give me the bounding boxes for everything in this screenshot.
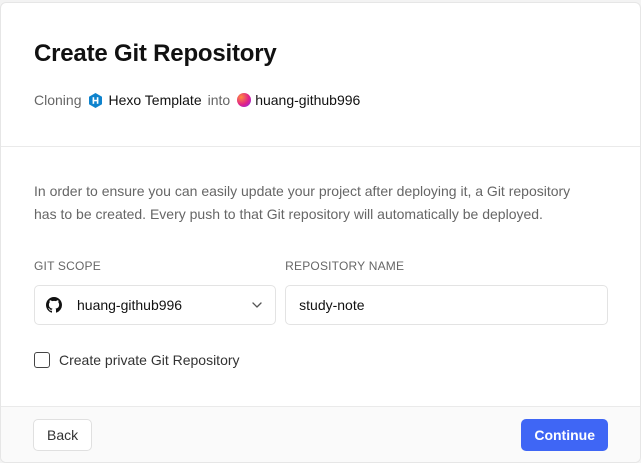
create-repo-dialog: Create Git Repository Cloning Hexo Templ… — [0, 2, 641, 463]
chevron-down-icon — [251, 299, 263, 311]
team-name: huang-github996 — [255, 92, 361, 108]
page-title: Create Git Repository — [34, 40, 277, 67]
repository-name-label: REPOSITORY NAME — [285, 259, 405, 273]
git-scope-select[interactable]: huang-github996 — [34, 285, 277, 325]
private-repo-option[interactable]: Create private Git Repository — [34, 352, 608, 368]
private-repo-label: Create private Git Repository — [59, 352, 240, 368]
git-scope-value: huang-github996 — [77, 297, 183, 313]
repository-name-input[interactable] — [299, 297, 594, 313]
dialog-body: In order to ensure you can easily update… — [1, 147, 640, 368]
private-repo-checkbox[interactable] — [34, 352, 50, 368]
repository-name-box — [285, 285, 608, 325]
description-text: In order to ensure you can easily update… — [34, 183, 571, 222]
git-scope-label: GIT SCOPE — [34, 259, 101, 273]
git-scope-field: GIT SCOPE huang-github996 — [34, 259, 277, 325]
form-row: GIT SCOPE huang-github996 REPOSITORY NAM… — [34, 259, 608, 325]
hexo-icon — [88, 92, 102, 108]
team-avatar — [237, 93, 252, 107]
back-button[interactable]: Back — [33, 418, 93, 451]
github-icon — [46, 297, 62, 313]
cloning-info: Cloning Hexo Template into huang-github9… — [34, 89, 608, 111]
dialog-footer: Back Continue — [1, 406, 640, 462]
template-name: Hexo Template — [108, 92, 202, 108]
repository-name-field: REPOSITORY NAME — [285, 259, 608, 325]
continue-button[interactable]: Continue — [521, 418, 608, 451]
dialog-header: Create Git Repository Cloning Hexo Templ… — [1, 3, 640, 147]
cloning-label: Cloning — [34, 92, 82, 108]
into-label: into — [207, 92, 231, 108]
